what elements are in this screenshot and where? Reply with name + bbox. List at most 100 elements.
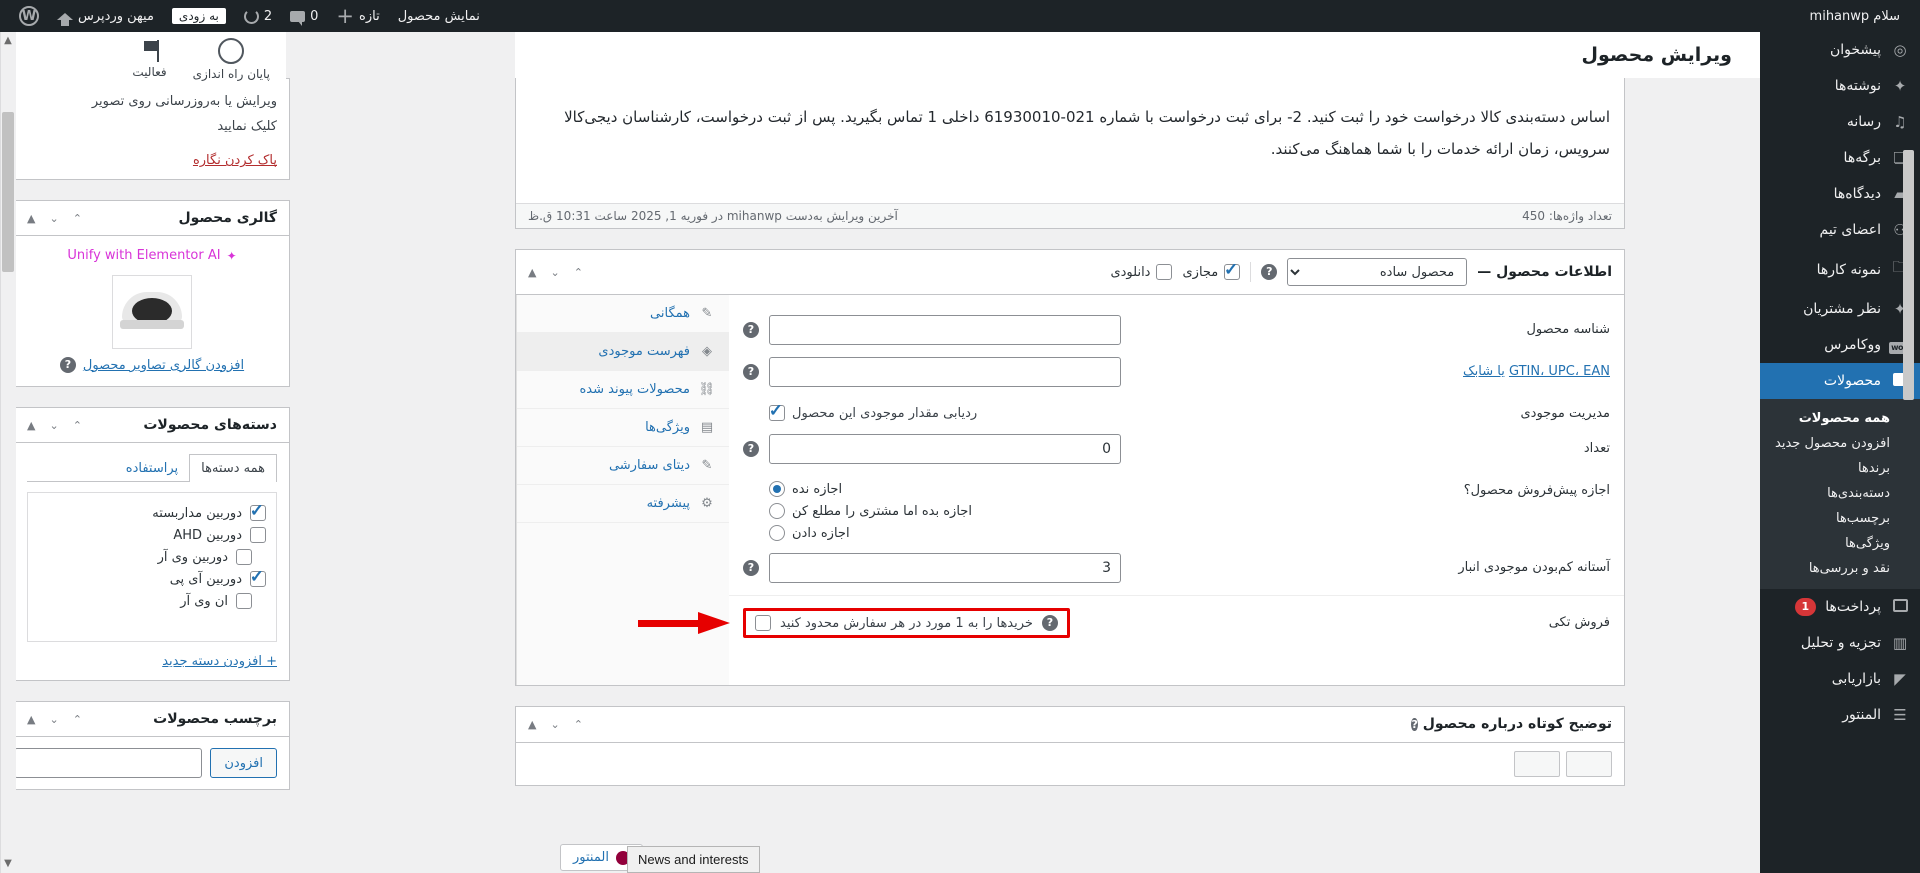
category-item[interactable]: دوربین AHD <box>38 524 266 546</box>
tag-input[interactable] <box>14 748 203 779</box>
category-checkbox[interactable] <box>250 567 266 588</box>
toggle-panel-handle[interactable]: ▲ <box>27 713 35 726</box>
gallery-help-icon[interactable]: ? <box>59 357 76 374</box>
sidebar-item-portfolio[interactable]: 🗀 نمونه کارها <box>1760 248 1920 291</box>
submenu-categories[interactable]: دسته‌بندی‌ها <box>1760 481 1920 506</box>
admin-bar-updates[interactable]: 2 <box>235 0 281 32</box>
quantity-help-icon[interactable]: ? <box>743 441 759 457</box>
add-tag-button[interactable]: افزودن <box>210 748 277 779</box>
sidebar-item-payments[interactable]: پرداخت‌ها 1 <box>1760 589 1920 625</box>
sold-individually-checkbox[interactable] <box>755 615 771 631</box>
category-item[interactable]: ان وی آر <box>38 590 266 612</box>
submenu-brands[interactable]: برندها <box>1760 456 1920 481</box>
submenu-tags[interactable]: برچسب‌ها <box>1760 506 1920 531</box>
product-type-help-icon[interactable]: ? <box>1261 264 1278 280</box>
tab-attributes[interactable]: ▤ ویژگی‌ها <box>517 409 729 447</box>
tab-advanced[interactable]: ⚙ پیشرفته <box>517 485 729 523</box>
add-product-gallery-link[interactable]: افزودن گالری تصاویر محصول <box>83 358 244 373</box>
category-checkbox[interactable] <box>236 549 252 566</box>
admin-bar-site-name[interactable]: میهن وردپرس <box>48 0 163 32</box>
submenu-all-products[interactable]: همه محصولات <box>1760 406 1920 431</box>
move-up-handle[interactable]: ⌃ <box>73 212 82 225</box>
move-up-handle[interactable]: ⌃ <box>574 718 583 731</box>
sidebar-item-woocommerce[interactable]: woo ووکامرس <box>1760 327 1920 363</box>
category-checkbox[interactable] <box>250 527 266 544</box>
add-new-category-link[interactable]: + افزودن دسته جدید <box>162 654 277 669</box>
low-stock-input[interactable] <box>769 553 1121 583</box>
sku-help-icon[interactable]: ? <box>743 322 759 338</box>
backorders-radio-allow[interactable] <box>769 525 785 541</box>
sidebar-item-media[interactable]: ♫ رسانه <box>1760 104 1920 140</box>
activity-button[interactable]: فعالیت <box>132 39 167 79</box>
move-up-handle[interactable]: ⌃ <box>574 266 583 279</box>
scroll-down-arrow-icon[interactable]: ▼ <box>2 857 14 871</box>
submenu-reviews[interactable]: نقد و بررسی‌ها <box>1760 556 1920 581</box>
sidebar-item-products[interactable]: محصولات <box>1760 363 1920 399</box>
sidebar-item-elementor[interactable]: ☰ المنتور <box>1760 697 1920 733</box>
remove-featured-image-link[interactable]: پاک کردن نگاره <box>193 153 277 168</box>
sidebar-item-posts[interactable]: ✦ نوشته‌ها <box>1760 68 1920 104</box>
editor-content[interactable]: ‌‌‌‌‌‌‌‌‌‌‌‌‌‌‌‌‌‌‌‌‌‌‌‌‌‌‌‌‌‌‌‌‌‌‌‌‌‌‌‌… <box>516 78 1624 203</box>
move-up-handle[interactable]: ⌃ <box>73 419 82 432</box>
quantity-input[interactable] <box>769 434 1121 464</box>
scroll-up-arrow-icon[interactable]: ▲ <box>2 34 14 48</box>
sidebar-item-dashboard[interactable]: ◎ پیشخوان <box>1760 32 1920 68</box>
sidebar-item-pages[interactable]: ❏ برگه‌ها <box>1760 140 1920 176</box>
manage-stock-checkbox[interactable] <box>769 401 785 421</box>
tab-general[interactable]: ✎ همگانی <box>517 295 729 333</box>
finish-setup-button[interactable]: پایان راه اندازی <box>193 37 270 81</box>
sidebar-item-marketing[interactable]: ◤ بازاریابی <box>1760 661 1920 697</box>
backorders-option-deny[interactable]: اجازه نده <box>769 481 842 497</box>
categories-checklist[interactable]: دوربین مداربسته دوربین AHD دوربین وی آر <box>27 492 277 643</box>
tab-all-categories[interactable]: همه دسته‌ها <box>189 454 277 483</box>
admin-bar-wp-logo[interactable]: W <box>10 0 48 32</box>
move-up-handle[interactable]: ⌃ <box>73 713 82 726</box>
category-checkbox[interactable] <box>250 501 266 522</box>
sidebar-item-comments[interactable]: ▰ دیدگاه‌ها <box>1760 176 1920 212</box>
editor-tab-text[interactable] <box>1514 751 1560 777</box>
page-scrollbar[interactable]: ▲ ▼ <box>0 32 16 873</box>
toggle-panel-handle[interactable]: ▲ <box>27 212 35 225</box>
virtual-checkbox-wrap[interactable]: مجازی <box>1182 260 1241 280</box>
backorders-option-allow[interactable]: اجازه دادن <box>769 525 850 541</box>
downloadable-checkbox[interactable] <box>1156 264 1173 280</box>
sidebar-item-team[interactable]: ⚇ اعضای تیم <box>1760 212 1920 248</box>
move-down-handle[interactable]: ⌄ <box>49 212 58 225</box>
move-down-handle[interactable]: ⌄ <box>550 266 559 279</box>
inner-scrollbar-thumb[interactable] <box>1903 150 1914 400</box>
toggle-panel-handle[interactable]: ▲ <box>528 718 536 731</box>
gtin-label-b[interactable]: یا شابک <box>1463 364 1505 379</box>
gtin-label-a[interactable]: GTIN، UPC، EAN <box>1509 364 1610 379</box>
sidebar-item-analytics[interactable]: ▥ تجزیه و تحلیل <box>1760 625 1920 661</box>
gallery-thumbnail[interactable] <box>112 275 192 350</box>
submenu-add-product[interactable]: افزودن محصول جدید <box>1760 431 1920 456</box>
tab-custom-data[interactable]: ✎ دیتای سفارشی <box>517 447 729 485</box>
backorders-option-notify[interactable]: اجازه بده اما مشتری را مطلع کن <box>769 503 972 519</box>
backorders-radio-notify[interactable] <box>769 503 785 519</box>
admin-bar-new[interactable]: تازه + <box>327 0 388 32</box>
tab-linked-products[interactable]: ⛓ محصولات پیوند شده <box>517 371 729 409</box>
sidebar-item-customer-reviews[interactable]: ✦ نظر مشتریان <box>1760 291 1920 327</box>
tab-inventory[interactable]: ◈ فهرست موجودی <box>517 333 729 371</box>
admin-bar-howdy[interactable]: سلام mihanwp <box>1801 0 1914 32</box>
category-item[interactable]: دوربین مداربسته <box>38 501 266 524</box>
product-type-select[interactable]: محصول ساده <box>1287 258 1468 286</box>
short-description-help-icon[interactable]: ? <box>1411 718 1418 731</box>
toggle-panel-handle[interactable]: ▲ <box>27 419 35 432</box>
gtin-input[interactable] <box>769 357 1121 387</box>
sold-individually-help-icon[interactable]: ? <box>1041 615 1058 631</box>
sku-input[interactable] <box>769 315 1121 345</box>
virtual-checkbox[interactable] <box>1224 260 1241 280</box>
category-item[interactable]: دوربین آی پی <box>38 567 266 590</box>
move-down-handle[interactable]: ⌄ <box>550 718 559 731</box>
downloadable-checkbox-wrap[interactable]: دانلودی <box>1110 264 1173 280</box>
gtin-help-icon[interactable]: ? <box>743 364 759 380</box>
tab-most-used-categories[interactable]: پراستفاده <box>115 455 189 482</box>
move-down-handle[interactable]: ⌄ <box>49 419 58 432</box>
category-checkbox[interactable] <box>236 593 252 610</box>
manage-stock-checkbox-wrap[interactable]: ردیابی مقدار موجودی این محصول <box>769 399 977 421</box>
unify-elementor-ai-button[interactable]: ✦ Unify with Elementor AI <box>27 244 277 265</box>
backorders-radio-deny[interactable] <box>769 481 785 497</box>
toggle-panel-handle[interactable]: ▲ <box>528 266 536 279</box>
category-item[interactable]: دوربین وی آر <box>38 546 266 568</box>
